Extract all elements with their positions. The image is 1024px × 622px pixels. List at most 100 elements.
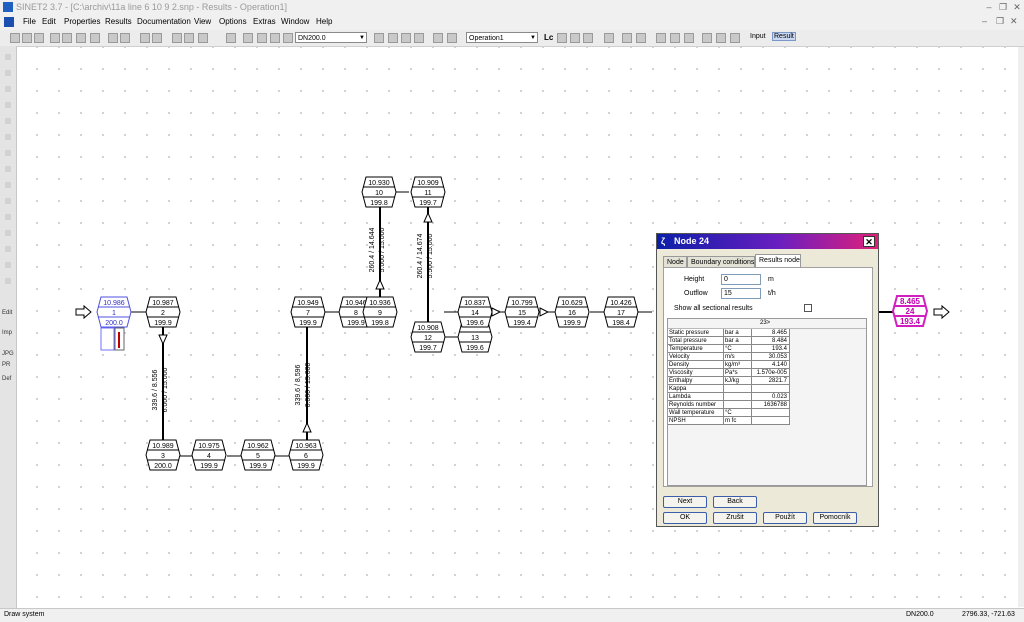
flow-arrow-icon	[158, 334, 168, 346]
inflow-arrow-icon	[75, 304, 92, 320]
node-temperature: 199.9	[299, 320, 317, 327]
network-node[interactable]: 10.908 12 199.7	[410, 321, 446, 353]
node-id: 1	[112, 310, 116, 317]
network-node[interactable]: 10.987 2 199.9	[145, 296, 181, 328]
node-id: 17	[617, 310, 625, 317]
status-coords: 2796.33, -721.63	[962, 611, 1015, 618]
node-temperature: 199.9	[563, 320, 581, 327]
row-value: 4.140	[752, 361, 790, 369]
table-row: Total pressure bar a 8.484	[668, 337, 790, 345]
network-node[interactable]: 10.962 5 199.9	[240, 439, 276, 471]
tab-boundary-conditions[interactable]: Boundary conditions	[687, 256, 755, 267]
network-node[interactable]: 10.930 10 199.8	[361, 176, 397, 208]
back-button[interactable]: Back	[713, 496, 757, 508]
dialog-title-bar[interactable]: ζ Node 24 ✕	[657, 234, 878, 249]
dialog-title: Node 24	[674, 236, 710, 246]
node-pressure: 8.465	[900, 297, 921, 306]
node-pressure: 10.908	[417, 325, 439, 332]
row-name: Reynolds number	[668, 401, 724, 409]
row-unit: kJ/kg	[724, 377, 752, 385]
table-row: Static pressure bar a 8.465	[668, 329, 790, 337]
table-row: Viscosity Pa*s 1.570e-005	[668, 369, 790, 377]
next-button[interactable]: Next	[663, 496, 707, 508]
height-input[interactable]: 0	[721, 274, 761, 285]
row-unit: kg/m³	[724, 361, 752, 369]
show-all-checkbox[interactable]	[804, 304, 812, 312]
node-id: 14	[471, 310, 479, 317]
node-id: 8	[354, 310, 358, 317]
network-node[interactable]: 10.949 7 199.9	[290, 296, 326, 328]
row-value: 2821.7	[752, 377, 790, 385]
network-node[interactable]: 10.837 14 199.6	[457, 296, 493, 328]
cancel-button[interactable]: Zrušit	[713, 512, 757, 524]
ok-button[interactable]: OK	[663, 512, 707, 524]
node-temperature: 199.9	[249, 463, 267, 470]
node-temperature: 199.4	[513, 320, 531, 327]
table-row: Velocity m/s 30.053	[668, 353, 790, 361]
network-node[interactable]: 10.975 4 199.9	[191, 439, 227, 471]
node-dialog: ζ Node 24 ✕ Node Boundary conditions Res…	[656, 233, 879, 527]
network-node[interactable]: 10.426 17 198.4	[603, 296, 639, 328]
table-header: 23>	[668, 319, 866, 329]
node-pressure: 10.986	[103, 300, 125, 307]
node-id: 7	[306, 310, 310, 317]
row-name: Density	[668, 361, 724, 369]
tab-results-node[interactable]: Results node	[755, 254, 801, 267]
row-name: Enthalpy	[668, 377, 724, 385]
node-pressure: 10.949	[297, 300, 319, 307]
outflow-label: Outflow	[684, 290, 708, 297]
flow-arrow-icon	[302, 421, 312, 433]
results-table: 23> Static pressure bar a 8.465 Total press…	[667, 318, 867, 486]
results-panel: Height 0 m Outflow 15 t/h Show all secti…	[663, 267, 873, 487]
app-icon: ζ	[661, 236, 666, 246]
outflow-unit: t/h	[768, 290, 776, 297]
height-label: Height	[684, 276, 705, 283]
row-name: Lambda	[668, 393, 724, 401]
network-node[interactable]: 10.963 6 199.9	[288, 439, 324, 471]
node-pressure: 10.837	[464, 300, 486, 307]
network-node[interactable]: 10.629 16 199.9	[554, 296, 590, 328]
network-node[interactable]: 10.989 3 200.0	[145, 439, 181, 471]
node-id: 11	[424, 190, 431, 197]
node-pressure: 10.426	[610, 300, 632, 307]
close-icon[interactable]: ✕	[863, 236, 875, 247]
table-row: Kappa	[668, 385, 790, 393]
network-node[interactable]: 10.799 15 199.4	[504, 296, 540, 328]
outflow-input[interactable]: 15	[721, 288, 761, 299]
node-id: 2	[161, 310, 165, 317]
row-name: Total pressure	[668, 337, 724, 345]
row-value: 0.023	[752, 393, 790, 401]
pipe-flow-label: 339.6 / 8.596	[295, 364, 302, 405]
node-temperature: 199.7	[419, 200, 437, 207]
row-unit: bar a	[724, 337, 752, 345]
row-value: 8.465	[752, 329, 790, 337]
node-pressure: 10.930	[368, 180, 390, 187]
row-unit: m/s	[724, 353, 752, 361]
node-id: 12	[424, 335, 432, 342]
network-node[interactable]: 10.986 1 200.0	[96, 296, 132, 328]
node-pressure: 10.989	[152, 443, 174, 450]
table-row: NPSH m fc	[668, 417, 790, 425]
apply-button[interactable]: Použít	[763, 512, 807, 524]
node-temperature: 199.8	[370, 200, 388, 207]
row-value: 30.053	[752, 353, 790, 361]
outflow-arrow-icon	[933, 304, 950, 320]
status-bar: Draw system DN200.0 2796.33, -721.63	[0, 608, 1024, 622]
row-unit: Pa*s	[724, 369, 752, 377]
row-value: 8.484	[752, 337, 790, 345]
node-pressure: 10.799	[511, 300, 533, 307]
tab-node[interactable]: Node	[663, 256, 687, 267]
pipe-dimension-label: 6.000 / 15.000	[305, 363, 312, 408]
node-id: 16	[568, 310, 576, 317]
row-name: NPSH	[668, 417, 724, 425]
network-node[interactable]: 8.46524193.4	[891, 295, 929, 327]
network-node[interactable]: 10.936 9 199.8	[362, 296, 398, 328]
network-node[interactable]: 10.909 11 199.7	[410, 176, 446, 208]
node-temperature: 200.0	[105, 320, 123, 327]
node-pressure: 10.975	[198, 443, 220, 450]
node-pressure: 10.936	[369, 300, 391, 307]
node-1-symbol	[100, 327, 125, 351]
row-value: 1.570e-005	[752, 369, 790, 377]
help-button[interactable]: Pomocník	[813, 512, 857, 524]
node-temperature: 199.6	[466, 320, 484, 327]
